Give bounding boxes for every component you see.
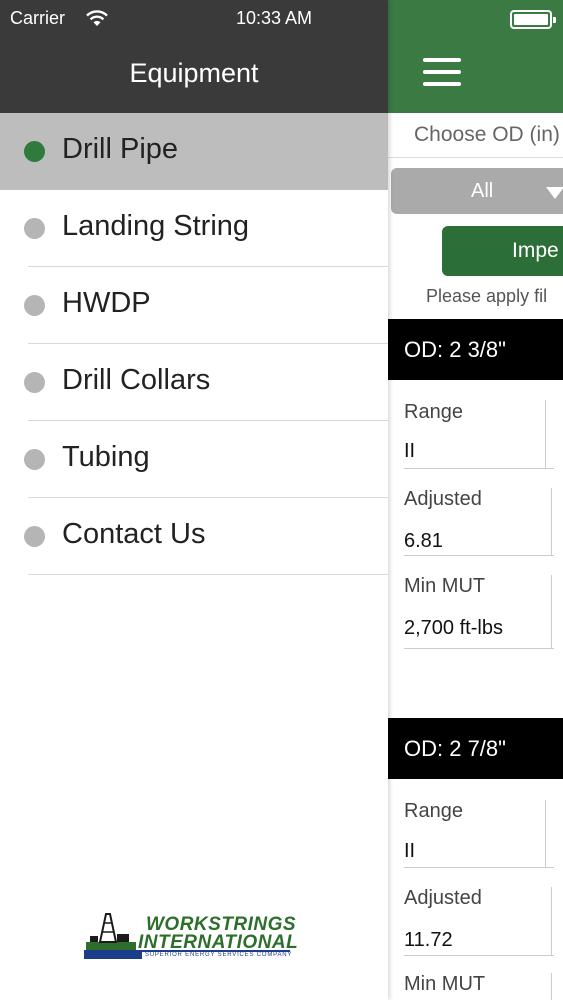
divider — [545, 800, 546, 867]
min-mut-value: 2,700 ft-lbs — [404, 617, 503, 639]
dot-icon — [24, 449, 45, 470]
range-value: II — [404, 840, 416, 862]
menu-item-label: Drill Collars — [62, 364, 211, 396]
menu-item-drill-pipe[interactable]: Drill Pipe — [0, 113, 388, 190]
imperial-units-button[interactable]: Impe — [442, 226, 563, 276]
status-time: 10:33 AM — [236, 8, 313, 28]
menu-item-label: Landing String — [62, 210, 250, 242]
choose-od-label: Choose OD (in) — [388, 113, 563, 158]
menu-item-label: HWDP — [62, 287, 151, 319]
adjusted-value: 6.81 — [404, 530, 443, 552]
menu-item-contact-us[interactable]: Contact Us — [0, 498, 388, 575]
min-mut-label: Min MUT — [404, 973, 486, 995]
divider — [551, 575, 552, 648]
range-label: Range — [404, 401, 463, 423]
divider — [551, 887, 552, 955]
adjusted-value: 11.72 — [404, 929, 453, 951]
oil-rig-icon — [84, 913, 142, 959]
od-section-header: OD: 2 7/8" — [388, 718, 563, 779]
divider — [404, 468, 554, 469]
range-label: Range — [404, 800, 463, 822]
adjusted-label: Adjusted — [404, 488, 482, 510]
dot-icon — [24, 372, 45, 393]
divider — [551, 973, 552, 1000]
menu-item-label: Tubing — [62, 441, 150, 473]
main-nav-bar — [388, 0, 563, 113]
imperial-units-label: Impe — [512, 239, 559, 262]
workstrings-logo: WORKSTRINGS INTERNATIONAL A SUPERIOR ENE… — [84, 912, 299, 960]
navigation-drawer: Carrier 10:33 AM Equipment Drill Pipe La… — [0, 0, 388, 1000]
adjusted-label: Adjusted — [404, 887, 482, 909]
min-mut-label: Min MUT — [404, 575, 486, 597]
menu-item-label: Contact Us — [62, 518, 206, 550]
drawer-title: Equipment — [129, 58, 259, 88]
od-select[interactable]: All — [391, 168, 563, 214]
main-screen: Choose OD (in) All Impe Please apply fil… — [388, 0, 563, 1000]
filter-note: Please apply fil — [426, 286, 548, 306]
divider — [404, 955, 554, 956]
drawer-header: Carrier 10:33 AM Equipment — [0, 0, 388, 113]
dot-icon — [24, 295, 45, 316]
menu-icon[interactable] — [423, 58, 461, 86]
wifi-icon — [86, 10, 108, 26]
divider — [28, 574, 388, 575]
dot-icon — [24, 218, 45, 239]
menu-item-tubing[interactable]: Tubing — [0, 421, 388, 498]
chevron-down-icon — [546, 187, 563, 199]
dot-icon — [24, 526, 45, 547]
menu-item-label: Drill Pipe — [62, 133, 179, 165]
divider — [545, 400, 546, 468]
od-select-value: All — [471, 180, 494, 202]
divider — [551, 488, 552, 555]
battery-icon — [510, 10, 556, 29]
od-section-header: OD: 2 3/8" — [388, 319, 563, 380]
logo-tagline: A SUPERIOR ENERGY SERVICES COMPANY — [138, 952, 293, 958]
menu-item-drill-collars[interactable]: Drill Collars — [0, 344, 388, 421]
carrier-label: Carrier — [10, 8, 66, 28]
menu-item-hwdp[interactable]: HWDP — [0, 267, 388, 344]
divider — [404, 648, 554, 649]
divider — [404, 555, 554, 556]
range-value: II — [404, 440, 416, 462]
divider — [404, 867, 554, 868]
selected-dot-icon — [24, 141, 45, 162]
menu-item-landing-string[interactable]: Landing String — [0, 190, 388, 267]
